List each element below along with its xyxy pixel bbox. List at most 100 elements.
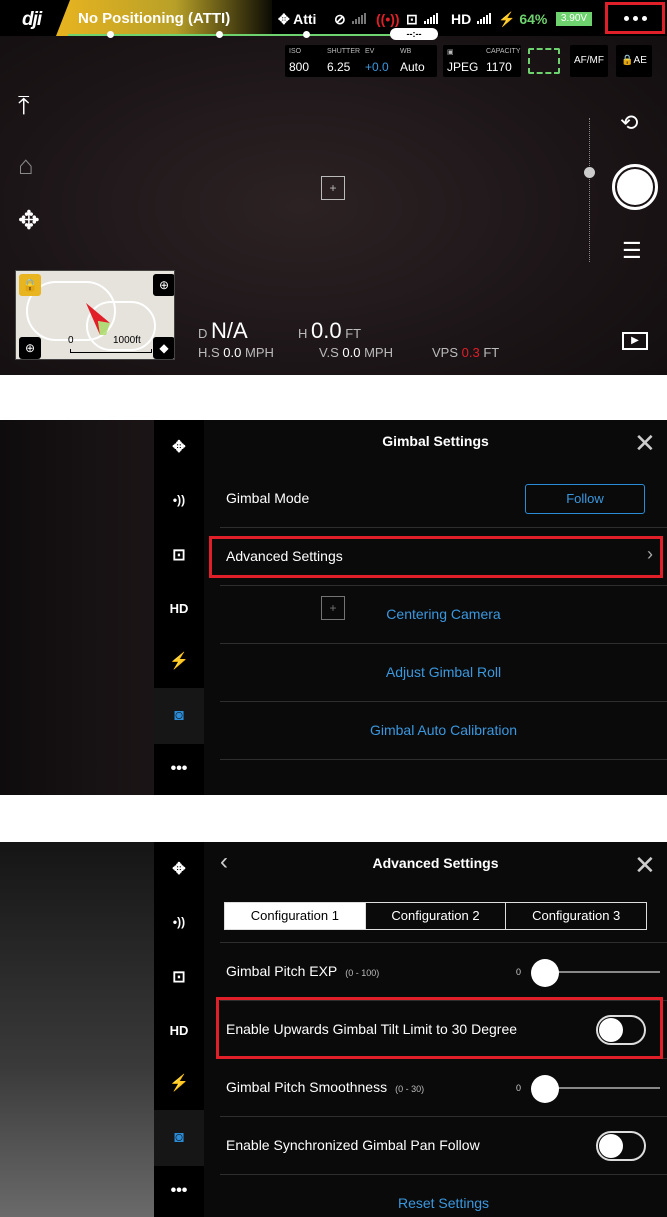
- gps-signal[interactable]: ⊘: [334, 11, 367, 28]
- centering-camera-link[interactable]: Centering Camera: [220, 606, 667, 622]
- playback-icon[interactable]: ▶: [622, 332, 648, 350]
- side-more-icon[interactable]: •••: [154, 744, 204, 794]
- hd-signal[interactable]: HD: [451, 11, 492, 27]
- tab-configuration-2[interactable]: Configuration 2: [366, 903, 507, 929]
- reset-row[interactable]: Reset Settings: [220, 1175, 667, 1217]
- camera-view-panel: dji No Positioning (ATTI) ✥ Atti ⊘ ((•))…: [0, 0, 667, 375]
- reset-settings-link[interactable]: Reset Settings: [220, 1195, 667, 1211]
- settings-side-menu: ✥ •)) ⊡ HD ⚡ ◙ •••: [154, 420, 204, 795]
- auto-calibration-link[interactable]: Gimbal Auto Calibration: [220, 722, 667, 738]
- dji-logo: dji: [22, 9, 42, 30]
- takeoff-icon[interactable]: ⤒: [18, 90, 30, 122]
- storage-settings[interactable]: ▣ JPEG CAPACITY 1170: [443, 45, 521, 77]
- close-icon[interactable]: ✕: [634, 850, 656, 881]
- side-gimbal-icon[interactable]: ◙: [154, 688, 204, 744]
- map-zoom-icon[interactable]: ⊕: [19, 337, 41, 359]
- side-gimbal-icon[interactable]: ◙: [154, 1110, 204, 1166]
- pitch-smoothness-slider-knob[interactable]: [531, 1075, 559, 1103]
- track-marker: [216, 31, 223, 38]
- track-marker: [107, 31, 114, 38]
- sd-card-icon: ▣: [447, 49, 454, 56]
- highlight-box: [209, 536, 663, 578]
- sync-pan-toggle[interactable]: [596, 1131, 646, 1161]
- battery-status[interactable]: ⚡ 64%: [498, 11, 547, 28]
- map-scale-start: 0: [68, 335, 74, 346]
- mini-map[interactable]: 🔒 ⊕ ⊕ ◆ 0 1000ft: [15, 270, 175, 360]
- tab-configuration-1[interactable]: Configuration 1: [225, 903, 366, 929]
- return-home-icon[interactable]: ⌂: [18, 150, 34, 181]
- more-dot-icon: [632, 15, 638, 21]
- camera-switch-icon[interactable]: ⟲: [620, 110, 638, 136]
- side-remote-icon[interactable]: ⊡: [154, 952, 204, 1002]
- more-dot-icon: [623, 15, 629, 21]
- adjust-roll-row[interactable]: Adjust Gimbal Roll: [220, 644, 667, 702]
- gimbal-settings-content: Gimbal Settings ✕ Gimbal Mode Follow Adv…: [204, 420, 667, 795]
- side-remote-icon[interactable]: ⊡: [154, 530, 204, 580]
- pitch-exp-slider[interactable]: [546, 971, 660, 973]
- gimbal-settings-panel: ✥ •)) ⊡ HD ⚡ ◙ ••• Gimbal Settings ✕ Gim…: [0, 420, 667, 795]
- follow-mode-button[interactable]: Follow: [525, 484, 645, 514]
- pitch-smoothness-range: (0 - 30): [395, 1084, 425, 1094]
- wb-label: WB: [400, 48, 412, 55]
- map-lock-icon[interactable]: 🔒: [19, 274, 41, 296]
- ae-lock[interactable]: 🔒AE: [616, 45, 652, 77]
- height-readout: H 0.0 FT: [298, 318, 361, 344]
- iso-label: ISO: [289, 48, 302, 55]
- adjust-roll-link[interactable]: Adjust Gimbal Roll: [220, 664, 667, 680]
- pitch-exp-label-text: Gimbal Pitch EXP: [226, 963, 338, 979]
- vps-value: 0.3: [461, 345, 480, 360]
- intelligent-flight-icon[interactable]: ✥: [18, 205, 40, 236]
- side-signal-icon[interactable]: •)): [154, 897, 204, 947]
- side-aircraft-icon[interactable]: ✥: [154, 844, 204, 894]
- side-battery-icon[interactable]: ⚡: [154, 1058, 204, 1108]
- shutter-button[interactable]: [612, 164, 658, 210]
- ev-label: EV: [365, 48, 375, 55]
- flight-time-track: [68, 34, 408, 36]
- vs-label: V.S: [319, 345, 339, 360]
- capacity-label: CAPACITY: [486, 48, 521, 55]
- configuration-tabs: Configuration 1 Configuration 2 Configur…: [224, 902, 647, 930]
- af-mf-toggle[interactable]: AF/MF: [570, 45, 608, 77]
- auto-calibration-row[interactable]: Gimbal Auto Calibration: [220, 702, 667, 760]
- side-hd-icon[interactable]: HD: [154, 583, 204, 633]
- distance-label: D: [198, 326, 208, 341]
- positioning-status: No Positioning (ATTI): [78, 10, 231, 27]
- focus-target-icon: +: [321, 596, 345, 620]
- obstacle-sensing-icon[interactable]: ((•)): [376, 11, 400, 27]
- gimbal-slider[interactable]: [589, 118, 591, 262]
- tab-configuration-3[interactable]: Configuration 3: [506, 903, 646, 929]
- centering-camera-row[interactable]: Centering Camera: [220, 586, 667, 644]
- flight-mode[interactable]: ✥ Atti: [278, 11, 316, 28]
- battery-voltage: 3.90V: [556, 12, 592, 26]
- flight-mode-label: Atti: [293, 11, 317, 27]
- metering-icon[interactable]: [528, 48, 560, 74]
- af-mf-label: AF/MF: [574, 55, 604, 66]
- map-erase-icon[interactable]: ◆: [153, 337, 174, 359]
- capacity-value: 1170: [486, 60, 512, 74]
- satellite-icon: ⊘: [334, 11, 346, 27]
- pitch-exp-label: Gimbal Pitch EXP (0 - 100): [226, 963, 379, 979]
- map-locate-icon[interactable]: ⊕: [153, 274, 174, 296]
- pitch-exp-slider-knob[interactable]: [531, 959, 559, 987]
- map-scale-bar: [70, 349, 152, 353]
- camera-exposure-settings[interactable]: ISO 800 SHUTTER 6.25 EV +0.0 WB Auto: [285, 45, 437, 77]
- more-settings-button[interactable]: [605, 2, 665, 34]
- camera-settings-icon[interactable]: ☰: [622, 238, 642, 264]
- close-icon[interactable]: ✕: [634, 428, 656, 459]
- pitch-smoothness-slider[interactable]: [546, 1087, 660, 1089]
- side-battery-icon[interactable]: ⚡: [154, 636, 204, 686]
- remote-signal[interactable]: ⊡: [406, 11, 439, 28]
- side-signal-icon[interactable]: •)): [154, 475, 204, 525]
- height-value: 0.0: [311, 318, 342, 343]
- side-aircraft-icon[interactable]: ✥: [154, 422, 204, 472]
- sync-pan-row: Enable Synchronized Gimbal Pan Follow: [220, 1117, 667, 1175]
- vps-label: VPS: [432, 345, 459, 360]
- hs-unit: MPH: [245, 345, 274, 360]
- focus-target-icon[interactable]: +: [321, 176, 345, 200]
- side-more-icon[interactable]: •••: [154, 1166, 204, 1216]
- gimbal-mode-label: Gimbal Mode: [226, 490, 310, 506]
- gimbal-slider-knob[interactable]: [584, 167, 595, 178]
- hs-label: H.S: [198, 345, 220, 360]
- horizontal-speed-readout: H.S 0.0 MPH: [198, 345, 274, 360]
- side-hd-icon[interactable]: HD: [154, 1005, 204, 1055]
